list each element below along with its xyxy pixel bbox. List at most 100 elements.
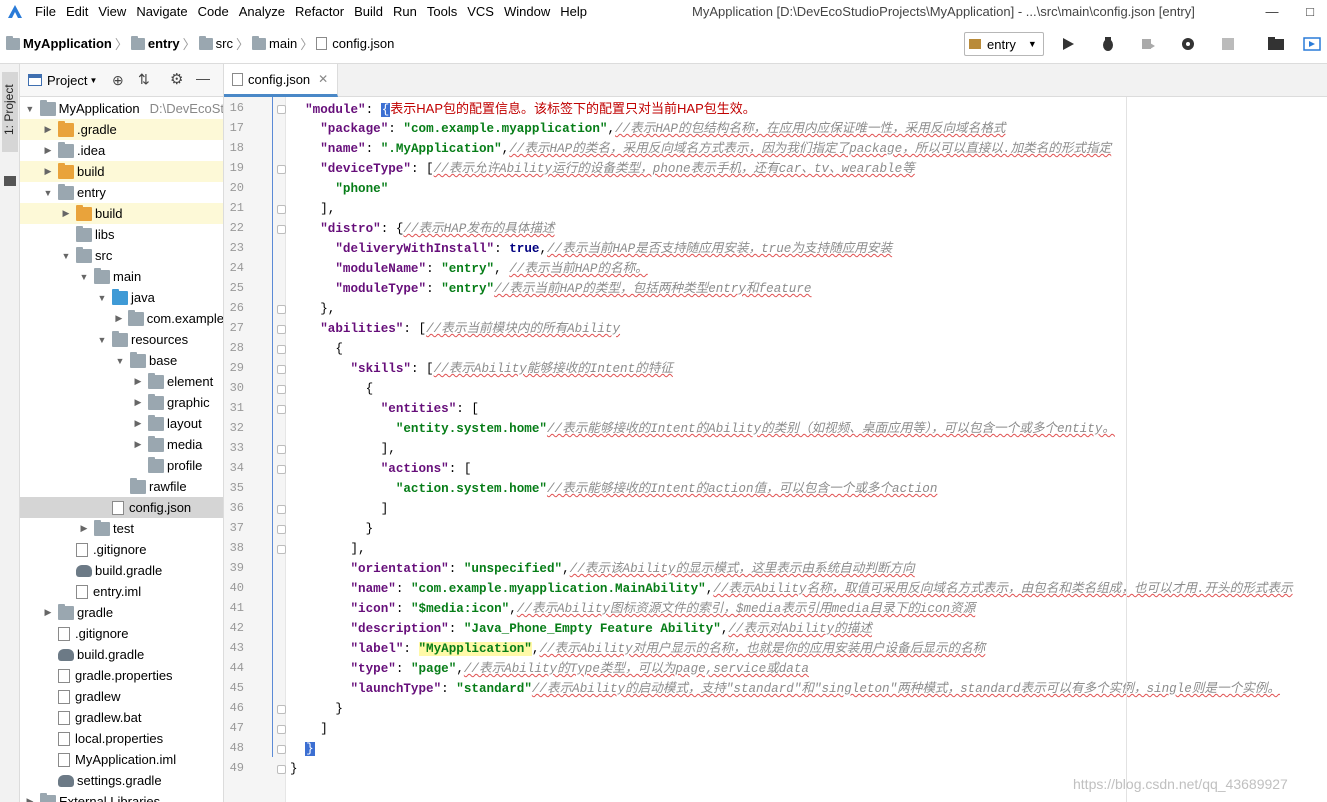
- tree-item[interactable]: ▶ layout: [20, 413, 223, 434]
- breadcrumb-item-project[interactable]: MyApplication: [23, 36, 112, 51]
- fold-marker-icon[interactable]: [277, 205, 286, 214]
- tree-item[interactable]: .gitignore: [20, 623, 223, 644]
- breadcrumb-item-file[interactable]: config.json: [332, 36, 394, 51]
- tree-item[interactable]: gradlew.bat: [20, 707, 223, 728]
- menu-item-build[interactable]: Build: [349, 0, 388, 24]
- fold-marker-icon[interactable]: [277, 765, 286, 774]
- tree-item[interactable]: ▶ build: [20, 203, 223, 224]
- fold-marker-icon[interactable]: [277, 465, 286, 474]
- expanded-arrow-icon[interactable]: ▼: [78, 272, 90, 282]
- fold-marker-icon[interactable]: [277, 745, 286, 754]
- tree-item[interactable]: gradle.properties: [20, 665, 223, 686]
- expanded-arrow-icon[interactable]: ▼: [24, 104, 36, 114]
- minimize-icon[interactable]: —: [1260, 0, 1284, 24]
- fold-marker-icon[interactable]: [277, 405, 286, 414]
- tree-item[interactable]: ▶ media: [20, 434, 223, 455]
- fold-marker-icon[interactable]: [277, 525, 286, 534]
- tree-item[interactable]: ▼ src: [20, 245, 223, 266]
- expanded-arrow-icon[interactable]: ▼: [42, 188, 54, 198]
- tree-item[interactable]: ▶ graphic: [20, 392, 223, 413]
- fold-marker-icon[interactable]: [277, 545, 286, 554]
- tree-item[interactable]: ▶ com.example: [20, 308, 223, 329]
- expanded-arrow-icon[interactable]: ▼: [114, 356, 126, 366]
- tree-item[interactable]: ▼ entry: [20, 182, 223, 203]
- hide-panel-icon[interactable]: —: [196, 70, 210, 86]
- breadcrumb-item-main[interactable]: main: [269, 36, 297, 51]
- tree-item[interactable]: ▶ .idea: [20, 140, 223, 161]
- collapsed-arrow-icon[interactable]: ▶: [132, 397, 144, 408]
- menu-item-analyze[interactable]: Analyze: [234, 0, 290, 24]
- fold-marker-icon[interactable]: [277, 725, 286, 734]
- close-icon[interactable]: ✕: [318, 72, 328, 86]
- structure-icon[interactable]: [4, 176, 16, 186]
- expanded-arrow-icon[interactable]: ▼: [60, 251, 72, 261]
- menu-item-refactor[interactable]: Refactor: [290, 0, 349, 24]
- tree-item[interactable]: build.gradle: [20, 644, 223, 665]
- fold-marker-icon[interactable]: [277, 165, 286, 174]
- menu-item-run[interactable]: Run: [388, 0, 422, 24]
- menu-item-edit[interactable]: Edit: [61, 0, 93, 24]
- breadcrumb-item-src[interactable]: src: [216, 36, 233, 51]
- tree-item[interactable]: gradlew: [20, 686, 223, 707]
- fold-marker-icon[interactable]: [277, 505, 286, 514]
- fold-marker-icon[interactable]: [277, 365, 286, 374]
- collapsed-arrow-icon[interactable]: ▶: [42, 166, 54, 177]
- collapsed-arrow-icon[interactable]: ▶: [132, 439, 144, 450]
- tab-config-json[interactable]: config.json ✕: [224, 64, 338, 97]
- tree-item[interactable]: ▼ java: [20, 287, 223, 308]
- menu-item-help[interactable]: Help: [555, 0, 592, 24]
- expanded-arrow-icon[interactable]: ▼: [96, 293, 108, 303]
- collapsed-arrow-icon[interactable]: ▶: [132, 376, 144, 387]
- collapsed-arrow-icon[interactable]: ▶: [114, 313, 124, 324]
- collapsed-arrow-icon[interactable]: ▶: [42, 145, 54, 156]
- fold-marker-icon[interactable]: [277, 325, 286, 334]
- tree-item[interactable]: ▼ base: [20, 350, 223, 371]
- profile-icon[interactable]: [1178, 34, 1198, 54]
- menu-item-navigate[interactable]: Navigate: [131, 0, 192, 24]
- tree-item[interactable]: entry.iml: [20, 581, 223, 602]
- tree-item[interactable]: settings.gradle: [20, 770, 223, 791]
- fold-marker-icon[interactable]: [277, 445, 286, 454]
- tree-item[interactable]: profile: [20, 455, 223, 476]
- fold-marker-icon[interactable]: [277, 345, 286, 354]
- menu-item-window[interactable]: Window: [499, 0, 555, 24]
- fold-marker-icon[interactable]: [277, 705, 286, 714]
- menu-item-view[interactable]: View: [93, 0, 131, 24]
- fold-marker-icon[interactable]: [277, 105, 286, 114]
- tree-item[interactable]: ▶ .gradle: [20, 119, 223, 140]
- collapsed-arrow-icon[interactable]: ▶: [132, 418, 144, 429]
- menu-item-file[interactable]: File: [30, 0, 61, 24]
- tree-item[interactable]: build.gradle: [20, 560, 223, 581]
- tree-item[interactable]: rawfile: [20, 476, 223, 497]
- collapsed-arrow-icon[interactable]: ▶: [60, 208, 72, 219]
- menu-item-tools[interactable]: Tools: [422, 0, 462, 24]
- tree-item[interactable]: ▶ External Libraries: [20, 791, 223, 802]
- tree-item[interactable]: ▼ resources: [20, 329, 223, 350]
- breadcrumb-item-entry[interactable]: entry: [148, 36, 180, 51]
- stop-icon[interactable]: [1218, 34, 1238, 54]
- tree-item[interactable]: ▶ element: [20, 371, 223, 392]
- tree-item[interactable]: ▶ test: [20, 518, 223, 539]
- maximize-icon[interactable]: □: [1298, 0, 1322, 24]
- device-manager-icon[interactable]: [1302, 34, 1322, 54]
- collapsed-arrow-icon[interactable]: ▶: [42, 607, 54, 618]
- tree-item[interactable]: ▼ main: [20, 266, 223, 287]
- tree-item[interactable]: local.properties: [20, 728, 223, 749]
- debug-icon[interactable]: [1098, 34, 1118, 54]
- menu-item-code[interactable]: Code: [193, 0, 234, 24]
- collapse-all-icon[interactable]: ⇅: [138, 71, 150, 88]
- tree-item[interactable]: config.json: [20, 497, 223, 518]
- code-editor[interactable]: 16 17 18 19 20 21 22 23 24 25 26 27 28 29 30 31 32 33 34 35…: [224, 97, 1327, 802]
- tree-item[interactable]: ▼ MyApplication D:\DevEcoSt: [20, 98, 223, 119]
- fold-marker-icon[interactable]: [277, 305, 286, 314]
- gear-icon[interactable]: ⚙: [170, 70, 183, 88]
- fold-marker-icon[interactable]: [277, 225, 286, 234]
- tree-item[interactable]: ▶ gradle: [20, 602, 223, 623]
- collapsed-arrow-icon[interactable]: ▶: [42, 124, 54, 135]
- run-icon[interactable]: [1058, 34, 1078, 54]
- tree-item[interactable]: .gitignore: [20, 539, 223, 560]
- attach-debugger-icon[interactable]: [1138, 34, 1158, 54]
- menu-item-vcs[interactable]: VCS: [462, 0, 499, 24]
- tree-item[interactable]: libs: [20, 224, 223, 245]
- tree-item[interactable]: MyApplication.iml: [20, 749, 223, 770]
